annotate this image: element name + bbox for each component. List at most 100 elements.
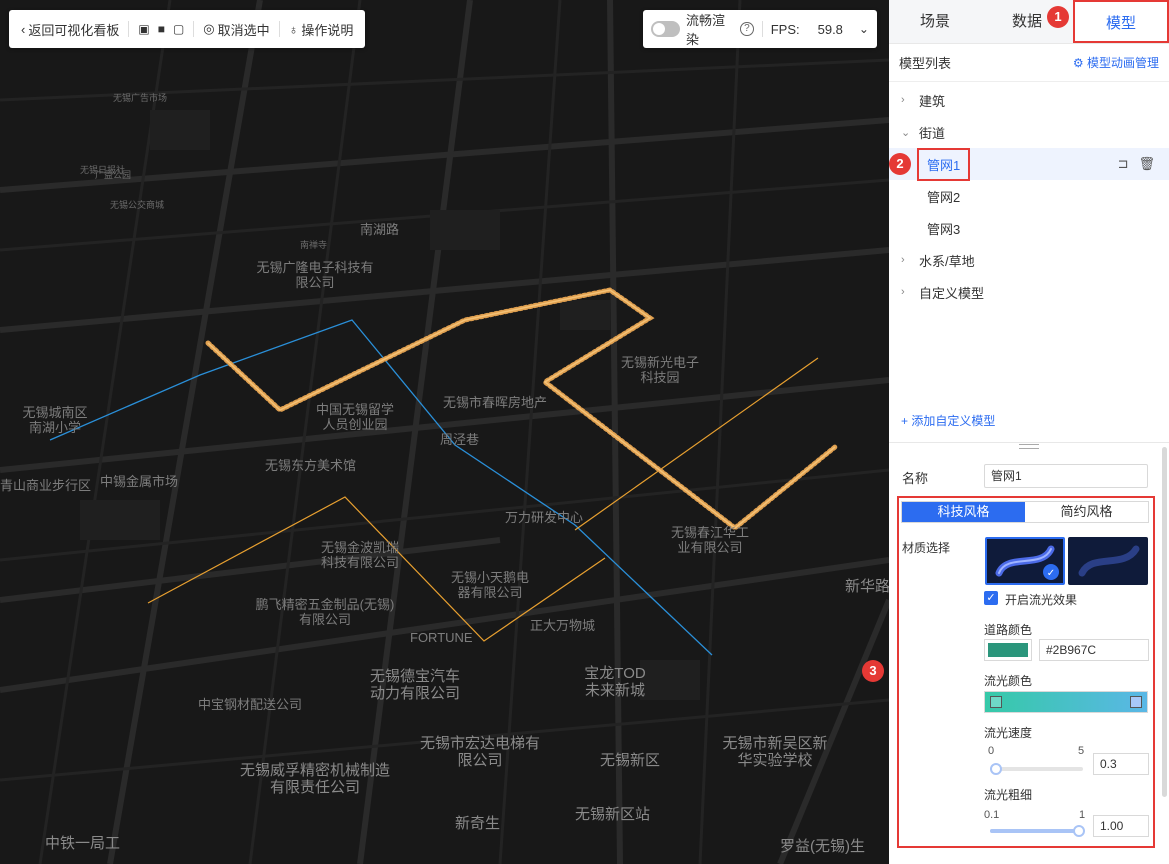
deselect-button[interactable]: ◎ 取消选中: [199, 20, 273, 39]
chevron-right-icon: ›: [901, 286, 905, 298]
map-label: 周泾巷: [440, 432, 480, 447]
flow-color-label: 流光颜色: [984, 674, 1033, 688]
material-thumb-1[interactable]: ✓: [985, 537, 1065, 585]
toolbar-divider: [278, 21, 280, 37]
tab-scene[interactable]: 场景: [889, 0, 981, 43]
resize-handle[interactable]: [1019, 444, 1039, 449]
tree-item-pipe3[interactable]: 管网3: [889, 212, 1169, 244]
name-input[interactable]: 管网1: [984, 464, 1148, 488]
flow-speed-handle[interactable]: [990, 763, 1002, 775]
panel-tabs: 场景 数据 1 模型: [889, 0, 1169, 44]
gradient-stop-start[interactable]: [990, 696, 1002, 708]
map-label: 无锡威孚精密机械制造有限责任公司: [239, 762, 390, 796]
map-label: 无锡城南区南湖小学: [22, 405, 88, 435]
panel-divider: [889, 442, 1169, 443]
map-label: 无锡东方美术馆: [265, 458, 357, 473]
tab-model[interactable]: 模型: [1073, 0, 1169, 43]
flow-width-label: 流光粗细: [984, 788, 1033, 802]
map-label: 无锡新区: [600, 752, 661, 769]
chevron-left-icon: ‹: [21, 21, 26, 37]
style-tabs: 科技风格 简约风格: [901, 501, 1149, 523]
target-icon: ◎: [203, 21, 215, 36]
flow-speed-slider[interactable]: [990, 763, 1083, 775]
add-custom-model-label: 添加自定义模型: [911, 414, 996, 428]
tree-group-custom[interactable]: › 自定义模型: [889, 276, 1169, 308]
map-label: 无锡小天鹅电器有限公司: [450, 570, 529, 600]
map-viewport[interactable]: 无锡广告市场 无锡日报社 广益公园 南湖路 无锡公交商城 南禅寺 无锡新光电子科…: [0, 0, 889, 864]
annotation-badge-1: 1: [1047, 6, 1069, 28]
tree-item-label: 管网1: [917, 147, 971, 181]
map-label: 无锡广告市场: [113, 93, 168, 103]
material-preview: [1078, 545, 1140, 577]
trash-icon[interactable]: 🗑: [1138, 156, 1155, 172]
cube-solid-icon[interactable]: ■: [154, 22, 169, 36]
flow-width-slider[interactable]: [990, 825, 1085, 837]
model-animation-manage-link[interactable]: ⚙ 模型动画管理: [1073, 54, 1159, 71]
back-to-dashboard-label: 返回可视化看板: [28, 22, 120, 38]
flow-width-max: 1: [1079, 809, 1086, 821]
fps-label: FPS:: [770, 21, 800, 37]
tree-item-pipe1[interactable]: 2 管网1 ⊐ 🗑: [889, 147, 1169, 181]
smooth-render-label: 流畅渲染: [685, 13, 725, 47]
tree-group-water-grass[interactable]: › 水系/草地: [889, 244, 1169, 276]
tree-group-label: 水系/草地: [919, 253, 975, 269]
rename-icon[interactable]: ⊐: [1118, 156, 1129, 172]
map-label: 无锡市新吴区新华实验学校: [722, 735, 828, 769]
flow-width-input[interactable]: 1.00: [1093, 815, 1149, 837]
map-label: 无锡新区站: [575, 806, 651, 823]
material-thumb-2[interactable]: [1068, 537, 1148, 585]
tab-model-label: 模型: [1105, 15, 1136, 32]
tree-group-label: 街道: [919, 125, 946, 141]
properties-scrollbar[interactable]: [1162, 447, 1167, 797]
map-label: 中锡金属市场: [100, 474, 179, 489]
model-list-header: 模型列表 ⚙ 模型动画管理: [889, 44, 1169, 82]
back-to-dashboard-button[interactable]: ‹ 返回可视化看板: [17, 20, 123, 39]
tree-item-label: 管网3: [927, 221, 961, 237]
map-label: 无锡新光电子科技园: [620, 355, 699, 385]
map-label: 宝龙TOD未来新城: [584, 665, 646, 699]
map-label: 万力研发中心: [505, 510, 584, 525]
help-button[interactable]: ♁ 操作说明: [285, 20, 358, 39]
cube-front-icon[interactable]: ▣: [134, 22, 153, 36]
tab-simple-style[interactable]: 简约风格: [1025, 502, 1148, 522]
flow-width-handle[interactable]: [1073, 825, 1085, 837]
map-label: 正大万物城: [530, 618, 596, 633]
tree-item-pipe2[interactable]: 管网2: [889, 180, 1169, 212]
chevron-right-icon: ›: [901, 94, 905, 106]
tree-group-label: 自定义模型: [919, 285, 985, 301]
map-label: 广益公园: [95, 170, 132, 180]
material-preview: ✓: [995, 545, 1059, 580]
flow-speed-input[interactable]: 0.3: [1093, 753, 1149, 775]
name-label: 名称: [902, 471, 929, 486]
question-icon[interactable]: ?: [740, 22, 754, 36]
plus-icon: +: [901, 414, 909, 428]
flow-effect-checkbox[interactable]: ✓: [984, 591, 998, 605]
map-label: 中宝钢材配送公司: [198, 697, 303, 712]
map-label: 中国无锡留学人员创业园: [315, 402, 394, 432]
smooth-render-toggle[interactable]: [651, 21, 680, 37]
flow-width-fill: [990, 829, 1083, 833]
chevron-down-icon[interactable]: ⌄: [859, 22, 869, 36]
tab-tech-style[interactable]: 科技风格: [902, 502, 1025, 522]
tree-group-building[interactable]: › 建筑: [889, 84, 1169, 116]
tree-group-street[interactable]: ⌄ 街道: [889, 116, 1169, 148]
toolbar-divider: [193, 21, 195, 37]
add-custom-model-button[interactable]: + 添加自定义模型: [901, 412, 995, 429]
cube-outline-icon[interactable]: ▢: [169, 22, 188, 36]
tab-data[interactable]: 数据 1: [981, 0, 1073, 43]
flow-speed-min: 0: [988, 745, 995, 757]
map-label: 青山商业步行区: [0, 478, 92, 493]
material-label: 材质选择: [902, 541, 951, 555]
road-color-swatch[interactable]: [984, 639, 1032, 661]
map-label: 南湖路: [360, 222, 400, 237]
tree-group-label: 建筑: [919, 93, 946, 109]
deselect-label: 取消选中: [217, 22, 270, 38]
model-animation-manage-label: 模型动画管理: [1086, 56, 1159, 70]
gradient-stop-end[interactable]: [1130, 696, 1142, 708]
flow-speed-label: 流光速度: [984, 726, 1033, 740]
gear-icon: ⚙: [1072, 56, 1084, 70]
flow-color-gradient[interactable]: [984, 691, 1148, 713]
road-color-hex-input[interactable]: #2B967C: [1039, 639, 1149, 661]
flow-speed-max: 5: [1078, 745, 1085, 757]
toolbar-divider: [128, 21, 130, 37]
